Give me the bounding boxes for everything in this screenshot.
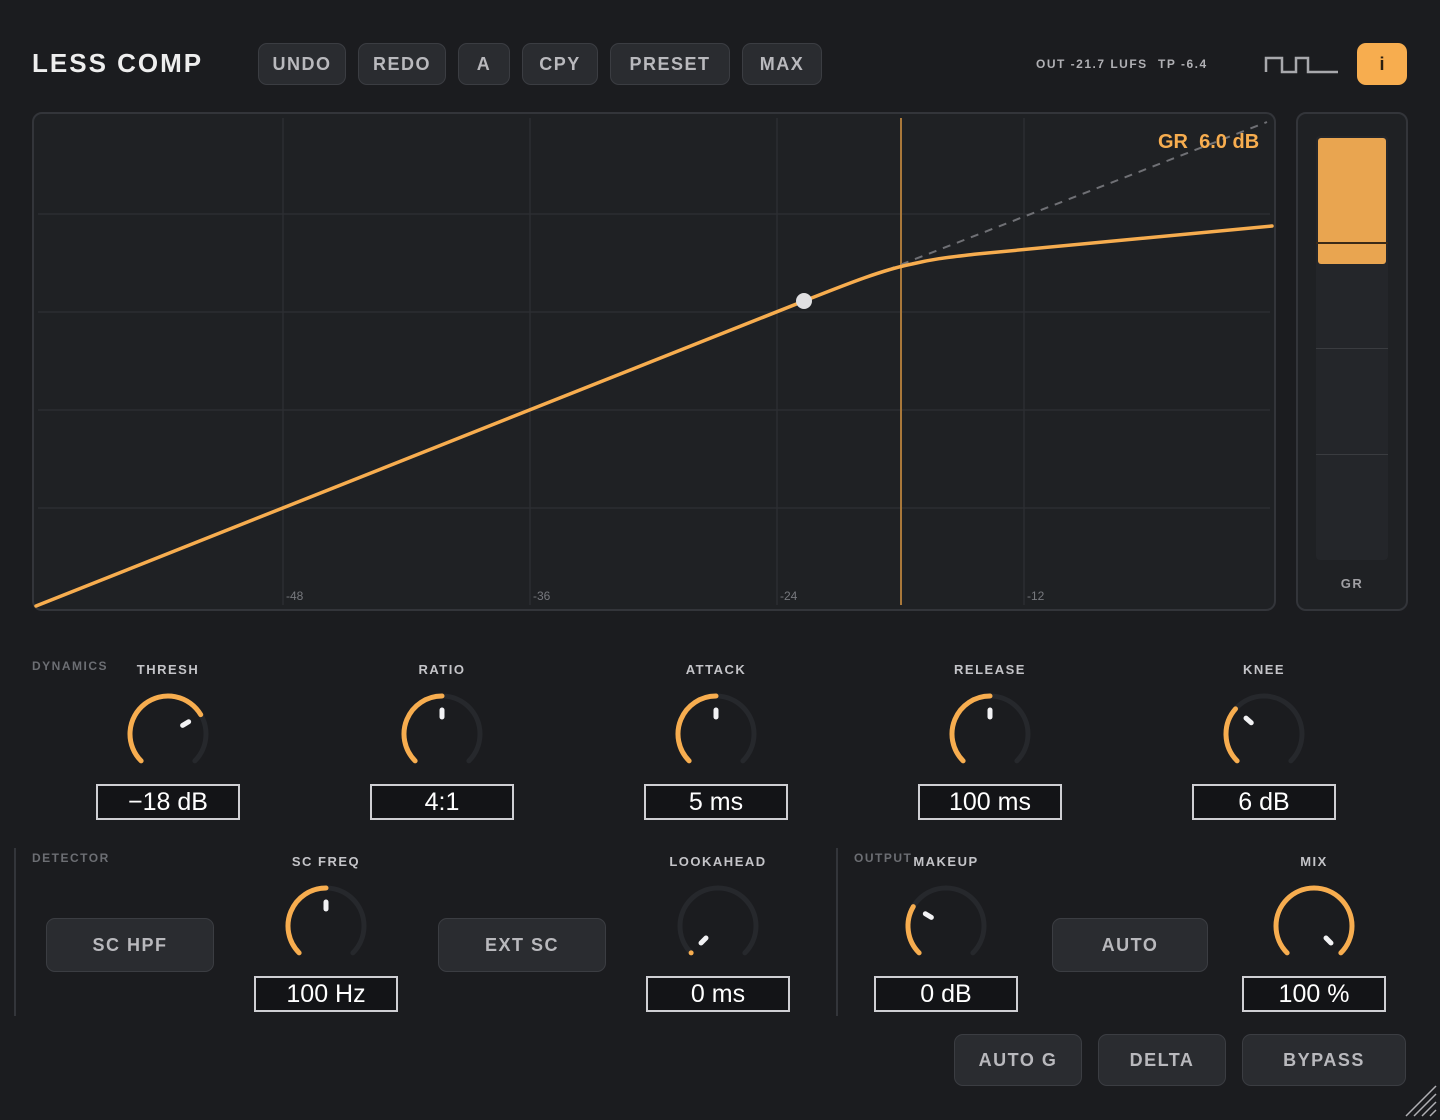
gr-meter-tick xyxy=(1316,348,1388,349)
mix-label: MIX xyxy=(1300,854,1328,869)
knob-value-dot xyxy=(688,950,694,956)
preset-button[interactable]: PRESET xyxy=(610,43,730,85)
knob-value-arc xyxy=(905,904,922,956)
attack-knob[interactable] xyxy=(674,692,758,776)
gr-meter-marker xyxy=(1316,242,1388,244)
lookahead-knob[interactable] xyxy=(676,884,760,968)
knob-indicator xyxy=(1323,935,1334,946)
knob-indicator xyxy=(922,911,934,920)
thresh-label: THRESH xyxy=(136,662,200,677)
detector-section-label: DETECTOR xyxy=(32,851,110,865)
ab-compare-button[interactable]: A xyxy=(458,43,510,85)
makeup-value-field[interactable]: 0 dB xyxy=(874,976,1018,1012)
knob-indicator xyxy=(698,935,709,946)
knee-knob[interactable] xyxy=(1222,692,1306,776)
ext-sc-button[interactable]: EXT SC xyxy=(438,918,606,972)
attack-label: ATTACK xyxy=(685,662,747,677)
undo-button[interactable]: UNDO xyxy=(258,43,346,85)
lookahead-label: LOOKAHEAD xyxy=(669,854,767,869)
ratio-knob[interactable] xyxy=(400,692,484,776)
curve-handle xyxy=(796,293,812,309)
delta-button[interactable]: DELTA xyxy=(1098,1034,1226,1086)
x-tick-label: -36 xyxy=(533,589,551,603)
transfer-curve xyxy=(34,224,1274,608)
max-button[interactable]: MAX xyxy=(742,43,822,85)
knob-value-arc xyxy=(949,693,993,764)
knob-value-arc xyxy=(127,693,204,764)
info-button[interactable]: i xyxy=(1357,43,1407,85)
mix-value-field[interactable]: 100 % xyxy=(1242,976,1386,1012)
x-tick-label: -24 xyxy=(780,589,798,603)
gr-meter-fill xyxy=(1318,138,1386,264)
app-title: LESS COMP xyxy=(32,48,204,78)
knee-label: KNEE xyxy=(1242,662,1286,677)
output-divider xyxy=(836,848,838,1016)
ratio-value-field[interactable]: 4:1 xyxy=(370,784,514,820)
bypass-button[interactable]: BYPASS xyxy=(1242,1034,1406,1086)
release-value-field[interactable]: 100 ms xyxy=(918,784,1062,820)
gr-meter-label: GR xyxy=(1340,576,1364,591)
output-lufs-readout: OUT -21.7 LUFS xyxy=(1036,57,1148,71)
x-tick-label: -48 xyxy=(286,589,304,603)
knob-indicator xyxy=(1243,715,1254,726)
release-knob[interactable] xyxy=(948,692,1032,776)
knob-value-arc xyxy=(285,885,329,956)
auto-gain-button[interactable]: AUTO G xyxy=(954,1034,1082,1086)
ratio-label: RATIO xyxy=(418,662,466,677)
knob-value-arc xyxy=(1273,885,1355,956)
knob-value-arc xyxy=(675,693,719,764)
mix-knob[interactable] xyxy=(1272,884,1356,968)
knob-track xyxy=(905,885,987,956)
release-label: RELEASE xyxy=(954,662,1026,677)
square-wave-icon[interactable] xyxy=(1264,52,1340,76)
thresh-knob[interactable] xyxy=(126,692,210,776)
sc-hpf-button[interactable]: SC HPF xyxy=(46,918,214,972)
knob-track xyxy=(1223,693,1305,764)
makeup-label: MAKEUP xyxy=(913,854,979,869)
x-tick-label: -12 xyxy=(1027,589,1045,603)
redo-button[interactable]: REDO xyxy=(358,43,446,85)
transfer-curve-graph[interactable] xyxy=(32,112,1276,611)
resize-handle-icon[interactable] xyxy=(1402,1082,1438,1118)
knob-value-arc xyxy=(401,693,445,764)
lookahead-value-field[interactable]: 0 ms xyxy=(646,976,790,1012)
sc-freq-label: SC FREQ xyxy=(291,854,361,869)
auto-makeup-button[interactable]: AUTO xyxy=(1052,918,1208,972)
knob-value-arc xyxy=(1223,706,1240,764)
detector-divider xyxy=(14,848,16,1016)
knee-value-field[interactable]: 6 dB xyxy=(1192,784,1336,820)
attack-value-field[interactable]: 5 ms xyxy=(644,784,788,820)
copy-button[interactable]: CPY xyxy=(522,43,598,85)
knob-track xyxy=(677,885,759,956)
makeup-knob[interactable] xyxy=(904,884,988,968)
sc-freq-value-field[interactable]: 100 Hz xyxy=(254,976,398,1012)
knob-indicator xyxy=(180,719,192,728)
gr-meter-tick xyxy=(1316,454,1388,455)
true-peak-readout: TP -6.4 xyxy=(1158,57,1208,71)
sc-freq-knob[interactable] xyxy=(284,884,368,968)
gain-reduction-readout: GR 6.0 dB xyxy=(1158,131,1260,153)
thresh-value-field[interactable]: −18 dB xyxy=(96,784,240,820)
